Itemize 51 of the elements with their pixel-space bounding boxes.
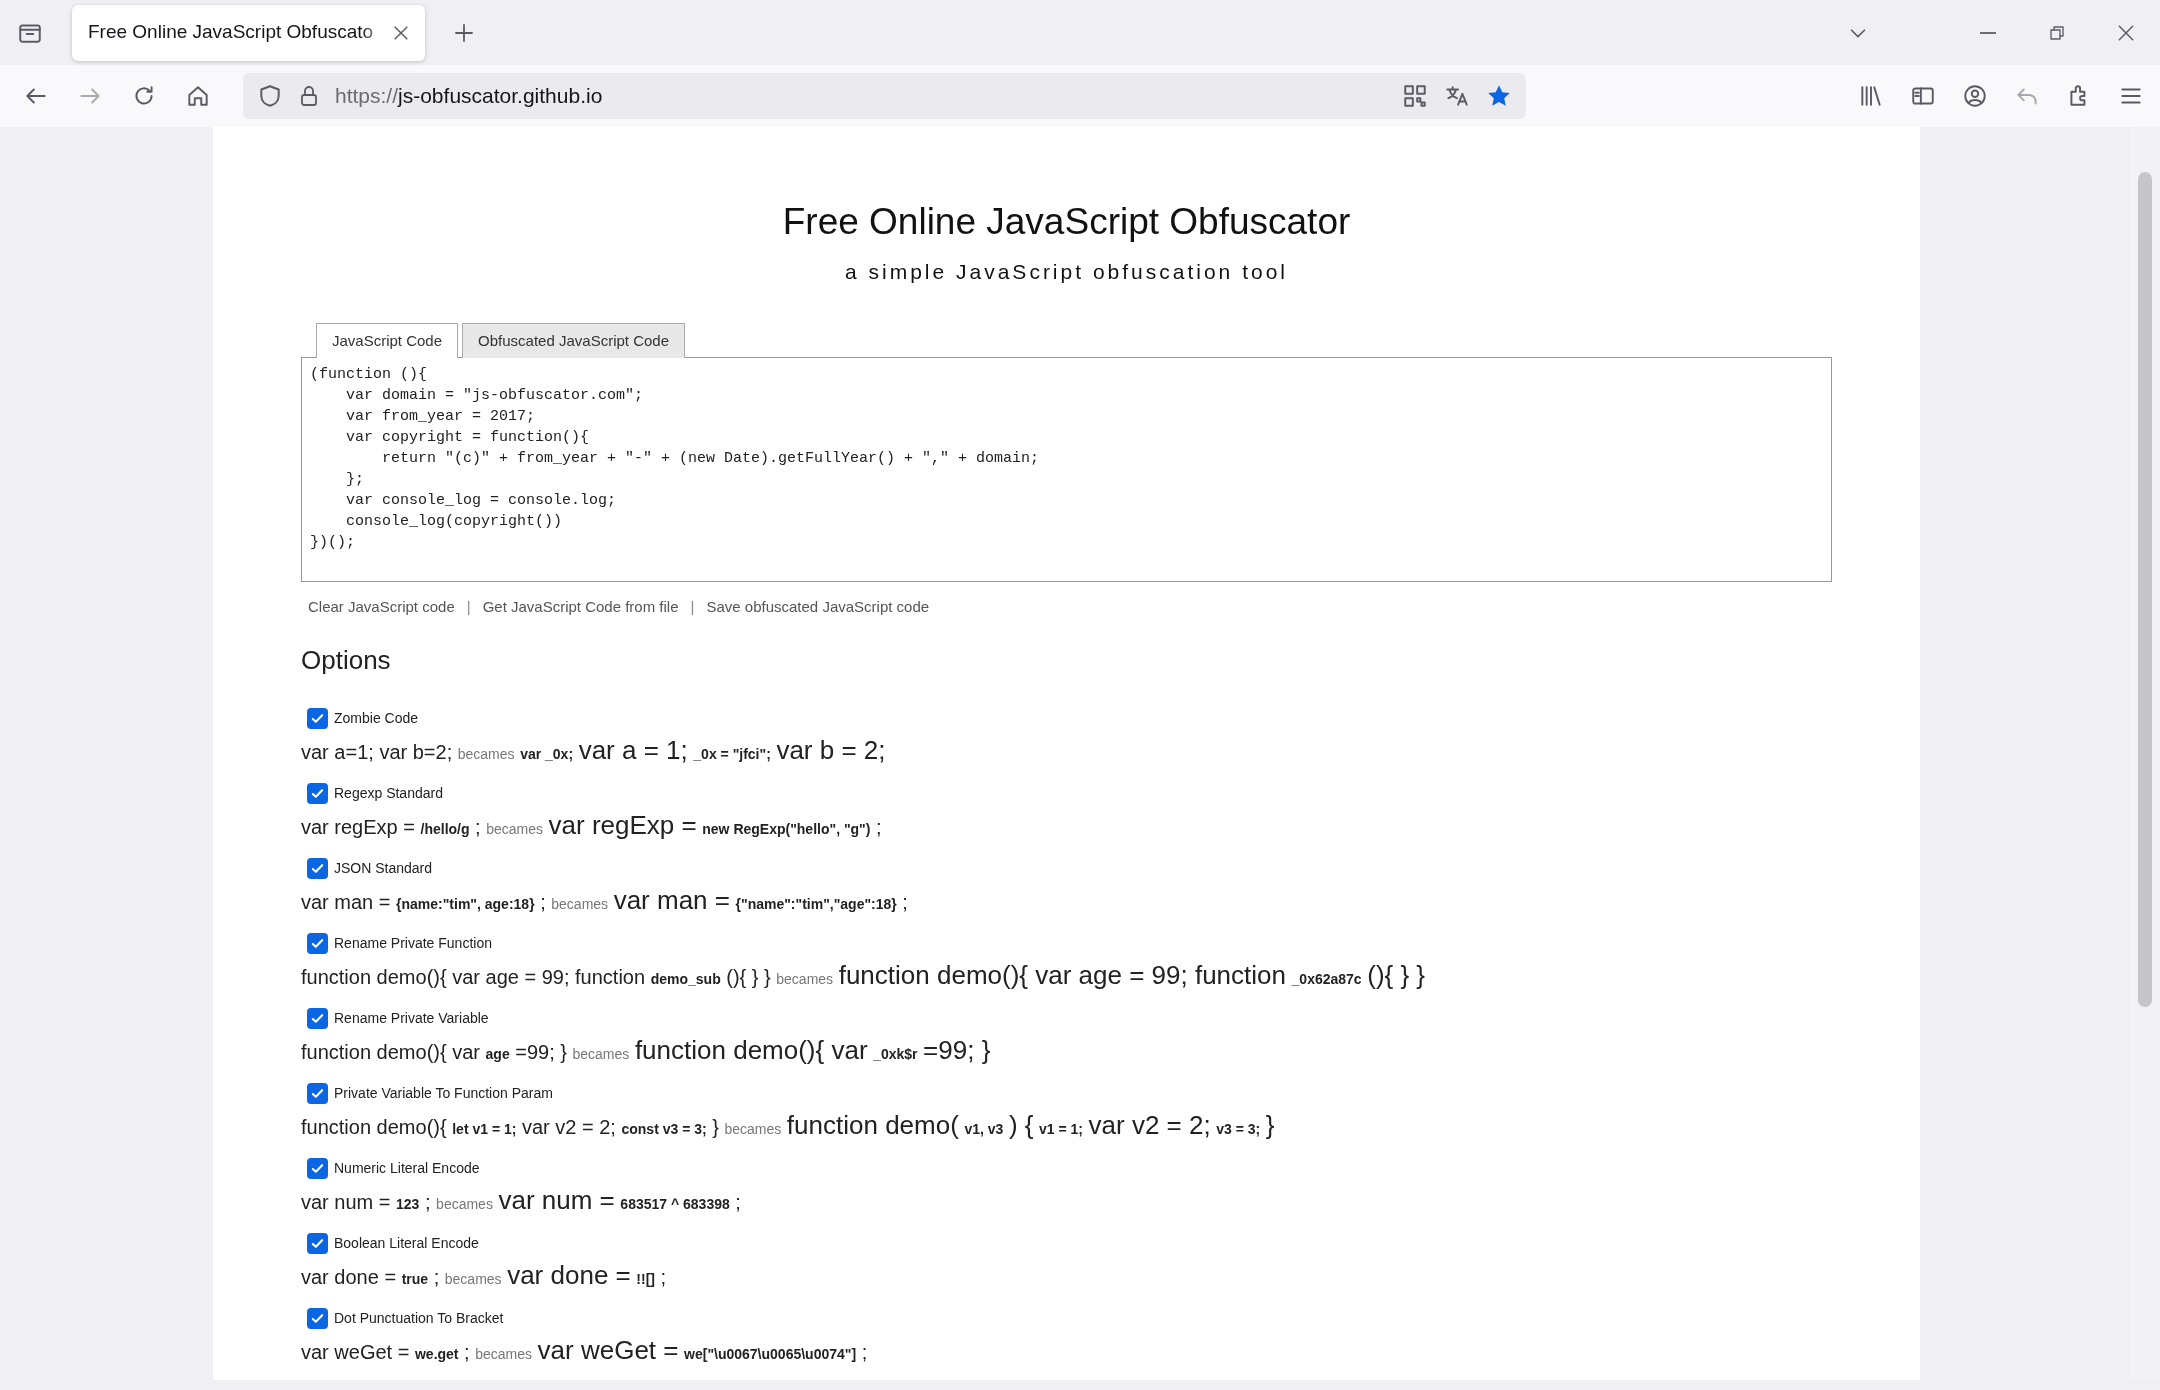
- option-label: JSON Standard: [334, 859, 433, 879]
- example-code: function demo(){ var age = 99; function demo_sub (){ } } becames function demo(){ var age = 99; function _0x62a87c (){ } }: [301, 966, 1426, 989]
- home-icon: [185, 83, 211, 109]
- address-bar[interactable]: https://js-obfuscator.github.io: [243, 73, 1526, 119]
- option-label: Zombie Code: [334, 709, 419, 729]
- example-code: var num = 123 ; becames var num = 683517 ^ 683398 ;: [301, 1191, 741, 1214]
- restore-icon: [2047, 23, 2066, 42]
- star-icon[interactable]: [1486, 83, 1512, 109]
- browser-tab[interactable]: Free Online JavaScript Obfuscato: [72, 4, 425, 61]
- qr-code-icon[interactable]: [1402, 83, 1428, 109]
- option-label: Boolean Literal Encode: [334, 1234, 479, 1254]
- option-label: Rename Private Variable: [334, 1009, 489, 1029]
- page-subtitle: a simple JavaScript obfuscation tool: [844, 259, 1289, 286]
- checkbox[interactable]: [307, 1308, 328, 1330]
- checkbox[interactable]: [307, 1083, 328, 1105]
- action-link[interactable]: Clear JavaScript code: [308, 596, 455, 619]
- code-tab[interactable]: Obfuscated JavaScript Code: [462, 322, 685, 359]
- section-heading: Options: [301, 644, 392, 677]
- code-editor[interactable]: (function (){ var domain = "js-obfuscator.com"; var from_year = 2017; var copyright = function(){ return "(c)" + from_year + "-" + (new Date).getFullYear() + "," + domain; }; var console_log = console.log; console_log(copyright()) })();: [301, 357, 1832, 583]
- option-label: Regexp Standard: [334, 784, 443, 804]
- page-title: Free Online JavaScript Obfuscator: [781, 200, 1352, 244]
- option-label: Rename Private Function: [334, 934, 492, 954]
- action-link[interactable]: Save obfuscated JavaScript code: [706, 596, 930, 619]
- code-tab[interactable]: JavaScript Code: [316, 322, 459, 359]
- checkbox[interactable]: [307, 783, 328, 805]
- checkbox[interactable]: [307, 708, 328, 730]
- example-code: var a=1; var b=2; becames var _0x; var a = 1; _0x = "jfci"; var b = 2;: [301, 741, 886, 764]
- option-label: Dot Punctuation To Bracket: [334, 1309, 504, 1329]
- action-link[interactable]: Get JavaScript Code from file: [482, 596, 679, 619]
- example-code: var done = true ; becames var done = !![] ;: [301, 1266, 667, 1289]
- shield-icon: [257, 83, 283, 109]
- separator: |: [690, 597, 695, 618]
- library-icon[interactable]: [1858, 83, 1884, 109]
- example-code: var man = {name:"tim", age:18} ; becames var man = {"name":"tim","age":18} ;: [301, 891, 908, 914]
- example-code: function demo(){ var age =99; } becames function demo(){ var _0xk$r =99; }: [301, 1041, 991, 1064]
- account-icon[interactable]: [1962, 83, 1988, 109]
- checkbox[interactable]: [307, 858, 328, 880]
- checkbox[interactable]: [307, 933, 328, 955]
- option-label: Private Variable To Function Param: [334, 1084, 553, 1104]
- checkbox[interactable]: [307, 1008, 328, 1030]
- translate-icon[interactable]: [1444, 83, 1470, 109]
- example-code: var regExp = /hello/g ; becames var regExp = new RegExp("hello", "g") ;: [301, 816, 882, 839]
- minimize-icon: [1978, 31, 1997, 34]
- separator: |: [466, 597, 471, 618]
- option-label: Numeric Literal Encode: [334, 1159, 480, 1179]
- url-text: https://js-obfuscator.github.io: [335, 83, 603, 110]
- checkbox[interactable]: [307, 1158, 328, 1180]
- example-code: function demo(){ let v1 = 1; var v2 = 2; const v3 = 3; } becames function demo( v1, v3 ) { v1 = 1; var v2 = 2; v3 = 3; }: [301, 1116, 1275, 1139]
- example-code: var weGet = we.get ; becames var weGet = we["\u0067\u0065\u0074"] ;: [301, 1341, 868, 1364]
- tab-title: Free Online JavaScript Obfuscato: [88, 20, 375, 45]
- checkbox[interactable]: [307, 1233, 328, 1255]
